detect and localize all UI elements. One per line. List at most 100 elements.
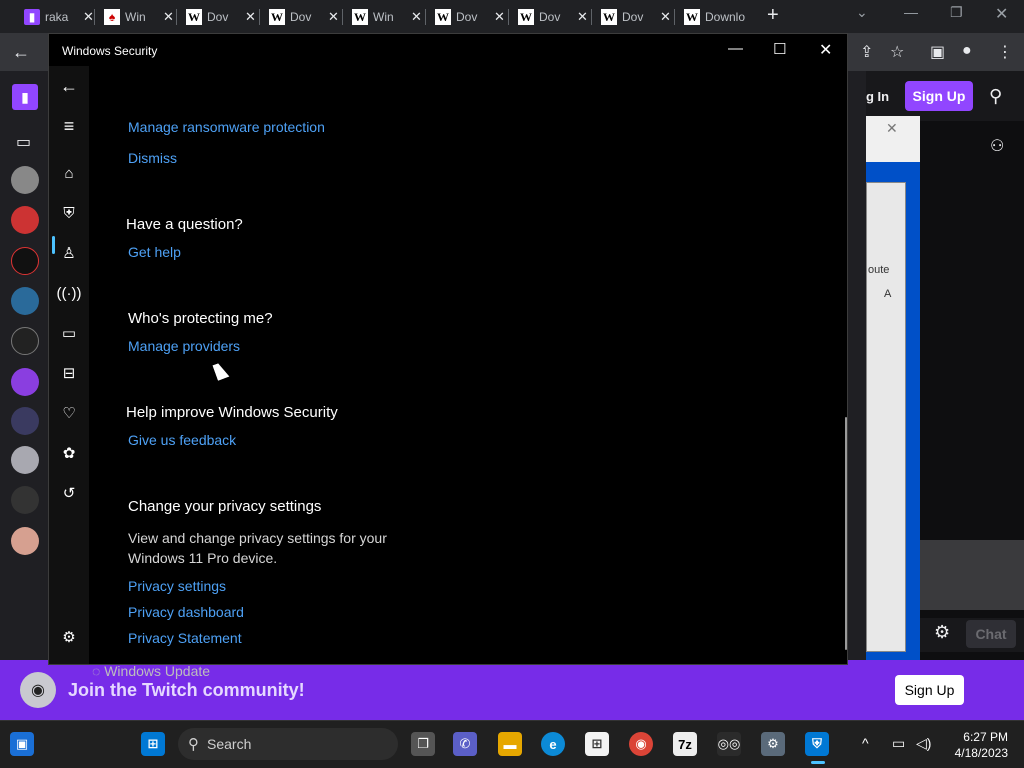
tab-close-icon[interactable]: ✕ bbox=[163, 9, 174, 25]
chrome-icon[interactable]: ◉ bbox=[629, 732, 653, 756]
title-bar: Windows Security — ☐ ✕ bbox=[49, 34, 847, 66]
side-panel-icon[interactable]: ▣ bbox=[930, 42, 945, 62]
family-icon[interactable]: ✿ bbox=[59, 443, 79, 463]
dismiss-link[interactable]: Dismiss bbox=[128, 150, 177, 166]
log-in-button[interactable]: g In bbox=[866, 81, 896, 111]
menu-icon[interactable]: ≡ bbox=[59, 116, 79, 136]
settings-icon[interactable]: ⚙ bbox=[59, 627, 79, 647]
privacy-settings-link[interactable]: Privacy settings bbox=[128, 578, 226, 594]
sign-up-button[interactable]: Sign Up bbox=[905, 81, 973, 111]
channel-avatar[interactable] bbox=[11, 446, 39, 474]
chat-button[interactable]: Chat bbox=[966, 620, 1016, 648]
clock[interactable]: 6:27 PM 4/18/2023 bbox=[946, 729, 1008, 761]
settings-icon[interactable]: ⚙ bbox=[761, 732, 785, 756]
profile-icon[interactable]: ● bbox=[962, 42, 972, 60]
wikihow-favicon-icon: W bbox=[601, 9, 617, 25]
channel-avatar[interactable] bbox=[11, 407, 39, 435]
task-view-icon[interactable]: ❐ bbox=[411, 732, 435, 756]
twitch-logo-icon[interactable]: ▮ bbox=[12, 84, 38, 110]
teams-icon[interactable]: ✆ bbox=[453, 732, 477, 756]
camera-icon[interactable]: ▭ bbox=[16, 132, 31, 152]
wikihow-favicon-icon: W bbox=[269, 9, 285, 25]
shield-icon[interactable]: ⛨ bbox=[59, 203, 79, 223]
tab-label: Dov bbox=[622, 10, 644, 24]
manage-providers-link[interactable]: Manage providers bbox=[128, 338, 240, 354]
history-icon[interactable]: ↺ bbox=[59, 483, 79, 503]
tab-w-4[interactable]: W Dov ✕ bbox=[429, 4, 511, 30]
7zip-icon[interactable]: 7z bbox=[673, 732, 697, 756]
store-icon[interactable]: ⊞ bbox=[585, 732, 609, 756]
device-security-icon[interactable]: ⊟ bbox=[59, 363, 79, 383]
channel-avatar[interactable] bbox=[11, 166, 39, 194]
tab-w-6[interactable]: W Dov ✕ bbox=[595, 4, 677, 30]
user-icon[interactable]: ⚲ bbox=[989, 86, 1002, 107]
tab-separator bbox=[176, 9, 177, 25]
tab-search-icon[interactable]: ⌄ bbox=[856, 4, 868, 21]
show-desktop-icon[interactable]: ▣ bbox=[10, 732, 34, 756]
tab-close-icon[interactable]: ✕ bbox=[83, 9, 94, 25]
banner-sign-up-button[interactable]: Sign Up bbox=[895, 675, 964, 705]
account-icon[interactable]: ♙ bbox=[59, 243, 79, 263]
tab-close-icon[interactable]: ✕ bbox=[245, 9, 256, 25]
windows-security-window: Windows Security — ☐ ✕ ← ≡ ⌂ ⛨ ♙ ((·)) ▭… bbox=[48, 33, 848, 665]
channel-avatar[interactable] bbox=[11, 287, 39, 315]
tab-close-icon[interactable]: ✕ bbox=[328, 9, 339, 25]
tab-close-icon[interactable]: ✕ bbox=[660, 9, 671, 25]
new-tab-button[interactable]: + bbox=[767, 4, 779, 27]
channel-avatar[interactable] bbox=[11, 527, 39, 555]
back-icon[interactable]: ← bbox=[59, 76, 79, 96]
security-nav: ← ≡ ⌂ ⛨ ♙ ((·)) ▭ ⊟ ♡ ✿ ↺ ⚙ bbox=[49, 66, 89, 664]
tab-w-5[interactable]: W Dov ✕ bbox=[512, 4, 594, 30]
close-icon[interactable]: ✕ bbox=[819, 40, 832, 60]
tab-w-3[interactable]: W Win ✕ bbox=[346, 4, 428, 30]
bookmark-star-icon[interactable]: ☆ bbox=[890, 42, 904, 62]
tab-close-icon[interactable]: ✕ bbox=[494, 9, 505, 25]
restore-icon[interactable]: ❐ bbox=[950, 4, 963, 21]
channel-avatar[interactable] bbox=[11, 327, 39, 355]
channel-avatar[interactable] bbox=[11, 486, 39, 514]
scrollbar[interactable] bbox=[845, 417, 847, 650]
tab-twitch[interactable]: ▮ raka ✕ bbox=[18, 4, 100, 30]
tab-w-7[interactable]: W Downlo bbox=[678, 4, 760, 30]
tab-close-icon[interactable]: ✕ bbox=[577, 9, 588, 25]
privacy-statement-link[interactable]: Privacy Statement bbox=[128, 630, 242, 646]
chat-settings-gear-icon[interactable]: ⚙ bbox=[934, 622, 950, 643]
app-icon[interactable]: ◎◎ bbox=[717, 732, 741, 756]
tab-windows-security[interactable]: ♠ Win ✕ bbox=[98, 4, 180, 30]
tab-label: Dov bbox=[207, 10, 229, 24]
channel-avatar[interactable] bbox=[11, 206, 39, 234]
windows-security-icon[interactable]: ⛨ bbox=[805, 732, 829, 756]
share-icon[interactable]: ⇪ bbox=[860, 42, 873, 62]
wikihow-favicon-icon: W bbox=[186, 9, 202, 25]
maximize-icon[interactable]: ☐ bbox=[773, 40, 786, 58]
file-explorer-icon[interactable]: ▬ bbox=[498, 732, 522, 756]
back-arrow-icon[interactable]: ← bbox=[12, 42, 30, 63]
channel-avatar[interactable] bbox=[11, 247, 39, 275]
close-icon[interactable]: ✕ bbox=[995, 4, 1008, 24]
get-help-link[interactable]: Get help bbox=[128, 244, 181, 260]
privacy-dashboard-link[interactable]: Privacy dashboard bbox=[128, 604, 244, 620]
minimize-icon[interactable]: — bbox=[904, 4, 918, 20]
friends-icon[interactable]: ⚇ bbox=[990, 136, 1004, 156]
volume-icon[interactable]: ◁) bbox=[916, 735, 931, 752]
tab-w-2[interactable]: W Dov ✕ bbox=[263, 4, 345, 30]
health-icon[interactable]: ♡ bbox=[59, 403, 79, 423]
tab-label: Dov bbox=[539, 10, 561, 24]
channel-avatar[interactable] bbox=[11, 368, 39, 396]
minimize-icon[interactable]: — bbox=[728, 40, 743, 57]
desktop: ▮ raka ✕ ♠ Win ✕ W Dov ✕ W Dov ✕ W Win ✕ bbox=[0, 0, 1024, 768]
app-browser-icon[interactable]: ▭ bbox=[59, 323, 79, 343]
tray-overflow-icon[interactable]: ^ bbox=[862, 735, 869, 751]
browser-menu-icon[interactable]: ⋮ bbox=[997, 42, 1013, 62]
taskbar-search[interactable]: ⚲ Search bbox=[178, 728, 398, 760]
network-icon[interactable]: ▭ bbox=[892, 735, 905, 752]
edge-icon[interactable]: e bbox=[541, 732, 565, 756]
windows-update-text: Windows Update bbox=[104, 663, 211, 679]
give-us-feedback-link[interactable]: Give us feedback bbox=[128, 432, 236, 448]
start-icon[interactable]: ⊞ bbox=[141, 732, 165, 756]
tab-w-1[interactable]: W Dov ✕ bbox=[180, 4, 262, 30]
tab-close-icon[interactable]: ✕ bbox=[411, 9, 422, 25]
firewall-icon[interactable]: ((·)) bbox=[57, 283, 82, 303]
manage-ransomware-protection-link[interactable]: Manage ransomware protection bbox=[128, 119, 325, 135]
home-icon[interactable]: ⌂ bbox=[59, 163, 79, 183]
